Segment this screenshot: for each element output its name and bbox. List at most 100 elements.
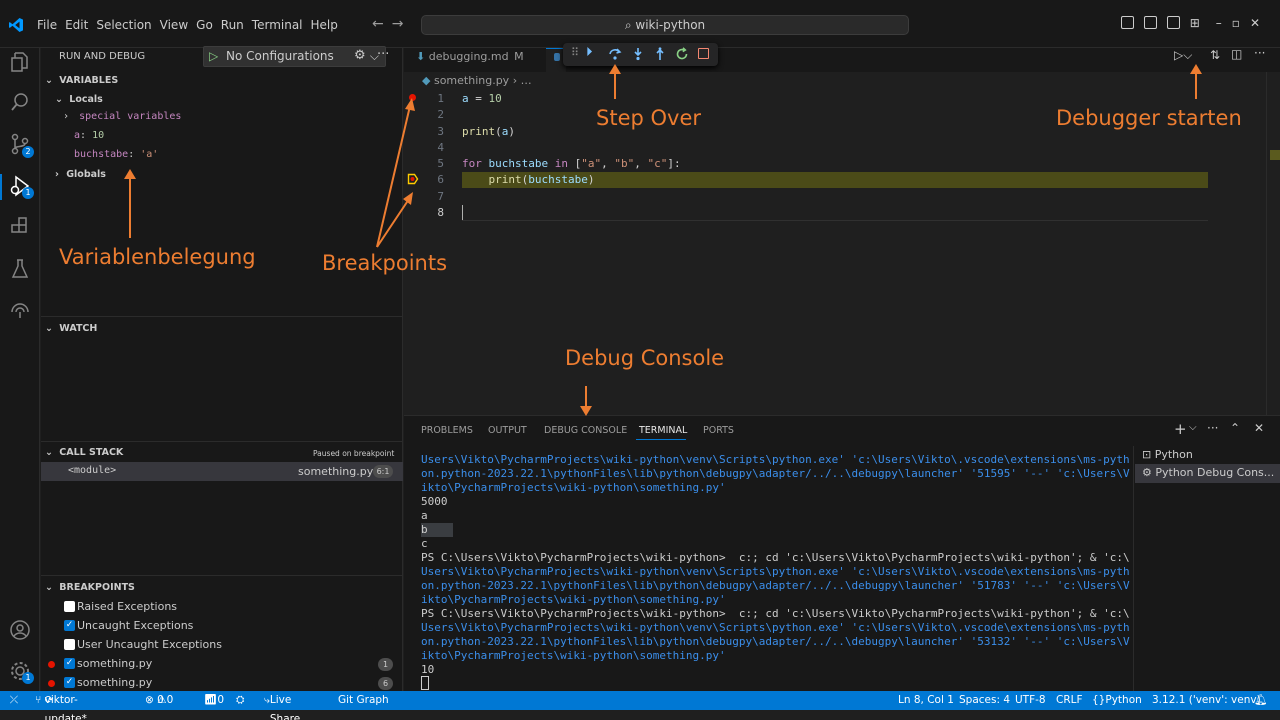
- terminal-output[interactable]: Users\Vikto\PycharmProjects\wiki-python\…: [421, 453, 1130, 677]
- tab-output[interactable]: OUTPUT: [488, 425, 527, 436]
- notifications-bell-icon[interactable]: 🔔︎: [1254, 691, 1267, 710]
- breakpoint-item[interactable]: Raised Exceptions: [41, 600, 403, 618]
- step-out-icon[interactable]: [653, 47, 667, 61]
- variable-a[interactable]: a: 10: [74, 130, 104, 141]
- code-line-3: print(a): [462, 125, 515, 138]
- more-actions-icon[interactable]: ···: [377, 47, 389, 62]
- encoding[interactable]: UTF-8: [1015, 691, 1046, 710]
- restore-icon[interactable]: ▫: [1232, 16, 1240, 30]
- menu-view[interactable]: View: [160, 18, 195, 32]
- branch-status[interactable]: ⑂ viktor-update* ⟳: [35, 691, 87, 720]
- text-cursor: [462, 205, 463, 220]
- testing-icon[interactable]: [8, 257, 32, 281]
- terminal-item-python-debug[interactable]: ⚙ Python Debug Cons...: [1135, 464, 1280, 483]
- command-center-search[interactable]: ⌕ wiki-python: [421, 15, 909, 35]
- maximize-panel-icon[interactable]: ⌃: [1230, 421, 1240, 435]
- restart-icon[interactable]: [675, 47, 689, 61]
- special-variables-node[interactable]: › special variables: [63, 111, 181, 122]
- tab-debug-console[interactable]: DEBUG CONSOLE: [544, 425, 627, 436]
- run-debug-dropdown-icon[interactable]: ▷⌵: [1174, 48, 1192, 63]
- explorer-icon[interactable]: [8, 50, 32, 74]
- terminal-cursor: [421, 676, 429, 690]
- sidebar-header: RUN AND DEBUG ▷ No Configurations ⌵ ⚙ ··…: [41, 46, 403, 70]
- step-into-icon[interactable]: [631, 47, 645, 61]
- compare-changes-icon[interactable]: ⇅: [1210, 48, 1220, 62]
- breadcrumb-file[interactable]: something.py: [434, 74, 509, 87]
- more-actions-icon[interactable]: ···: [1207, 421, 1218, 435]
- customize-layout-icon[interactable]: ⊞: [1190, 16, 1200, 30]
- toggle-sidebar-icon[interactable]: [1120, 16, 1134, 29]
- account-icon[interactable]: [8, 618, 32, 642]
- menu-terminal[interactable]: Terminal: [252, 18, 310, 32]
- menu-go[interactable]: Go: [196, 18, 220, 32]
- more-actions-icon[interactable]: ···: [1254, 46, 1265, 60]
- breakpoint-dot[interactable]: [48, 661, 55, 668]
- language-mode[interactable]: {} Python: [1092, 691, 1142, 710]
- menu-run[interactable]: Run: [221, 18, 251, 32]
- remote-explorer-icon[interactable]: [8, 298, 32, 322]
- toggle-panel-icon[interactable]: [1143, 16, 1157, 29]
- debug-status-icon[interactable]: ⛭: [236, 691, 244, 710]
- breakpoint-item[interactable]: User Uncaught Exceptions: [41, 638, 403, 656]
- back-arrow-icon[interactable]: ←: [372, 16, 392, 32]
- tab-terminal[interactable]: TERMINAL: [639, 425, 687, 436]
- gear-icon[interactable]: ⚙: [354, 48, 366, 63]
- terminal-line: on.python-2023.22.1\pythonFiles\lib\pyth…: [421, 635, 1130, 648]
- breakpoint-checkbox[interactable]: [64, 639, 75, 650]
- tab-problems[interactable]: PROBLEMS: [421, 425, 473, 436]
- breakpoint-item[interactable]: ✓ something.py 1: [41, 657, 403, 675]
- live-share-status[interactable]: ⤷ Live Share: [264, 691, 300, 720]
- menu-edit[interactable]: Edit: [65, 18, 95, 32]
- tab-debugging-md[interactable]: ⬇ debugging.md M: [416, 49, 524, 73]
- indentation[interactable]: Spaces: 4: [959, 691, 1010, 710]
- watch-section-header[interactable]: ⌄ WATCH: [45, 323, 97, 334]
- drag-handle-icon[interactable]: ⠿: [571, 46, 579, 59]
- new-terminal-icon[interactable]: +: [1174, 420, 1187, 438]
- extensions-icon[interactable]: [8, 216, 32, 240]
- cursor-position[interactable]: Ln 8, Col 1: [898, 691, 954, 710]
- continue-icon[interactable]: ⏵: [586, 45, 593, 60]
- forward-arrow-icon[interactable]: →: [392, 16, 412, 32]
- callstack-section-header[interactable]: ⌄ CALL STACK: [45, 447, 123, 458]
- minimize-icon[interactable]: –: [1216, 16, 1222, 30]
- vertical-scrollbar[interactable]: [1266, 72, 1280, 415]
- callstack-frame[interactable]: <module> something.py 6:1: [41, 462, 403, 481]
- breakpoint-checkbox[interactable]: [64, 601, 75, 612]
- ports-status[interactable]: 📶︎ 0: [204, 691, 224, 710]
- breakpoints-section-header[interactable]: ⌄ BREAKPOINTS: [45, 582, 135, 593]
- breakpoint-dot-line-1[interactable]: [409, 94, 416, 101]
- terminal-line: ikto\PycharmProjects\wiki-python\somethi…: [421, 593, 726, 606]
- breadcrumb-symbols[interactable]: …: [521, 74, 532, 87]
- step-over-icon[interactable]: [608, 47, 622, 61]
- breakpoint-checkbox[interactable]: ✓: [64, 620, 75, 631]
- menu-selection[interactable]: Selection: [96, 18, 158, 32]
- variables-section-header[interactable]: ⌄ VARIABLES: [45, 75, 118, 86]
- problems-status[interactable]: ⊗ 0 ⚠ 0: [145, 691, 173, 710]
- close-panel-icon[interactable]: ✕: [1254, 421, 1264, 435]
- search-text: wiki-python: [635, 18, 706, 32]
- menu-help[interactable]: Help: [311, 18, 345, 32]
- search-sidebar-icon[interactable]: [8, 90, 32, 114]
- end-of-line[interactable]: CRLF: [1056, 691, 1083, 710]
- split-editor-icon[interactable]: ◫: [1231, 47, 1242, 61]
- chevron-down-icon[interactable]: ⌵: [1189, 422, 1197, 433]
- stop-icon[interactable]: [698, 48, 709, 59]
- divider: [41, 575, 403, 576]
- breakpoint-checkbox[interactable]: ✓: [64, 658, 75, 669]
- menu-file[interactable]: File: [37, 18, 64, 32]
- locals-scope[interactable]: ⌄ Locals: [55, 94, 103, 105]
- git-graph-status[interactable]: Git Graph: [338, 691, 389, 710]
- close-window-icon[interactable]: ✕: [1250, 16, 1260, 30]
- variable-buchstabe[interactable]: buchstabe: 'a': [74, 149, 158, 160]
- breadcrumb: ◆ something.py › …: [422, 74, 532, 87]
- breakpoint-checkbox[interactable]: ✓: [64, 677, 75, 688]
- remote-indicator-icon[interactable]: ⤫: [0, 691, 28, 710]
- breakpoint-item[interactable]: ✓ Uncaught Exceptions: [41, 619, 403, 637]
- tab-ports[interactable]: PORTS: [703, 425, 734, 436]
- toggle-secondary-sidebar-icon[interactable]: [1166, 16, 1180, 29]
- python-interpreter[interactable]: 3.12.1 ('venv': venv): [1152, 691, 1261, 710]
- globals-scope[interactable]: › Globals: [55, 169, 106, 180]
- terminal-item-python[interactable]: ⊡ Python: [1142, 448, 1193, 461]
- current-execution-arrow-icon[interactable]: [407, 173, 419, 185]
- breakpoint-dot[interactable]: [48, 680, 55, 687]
